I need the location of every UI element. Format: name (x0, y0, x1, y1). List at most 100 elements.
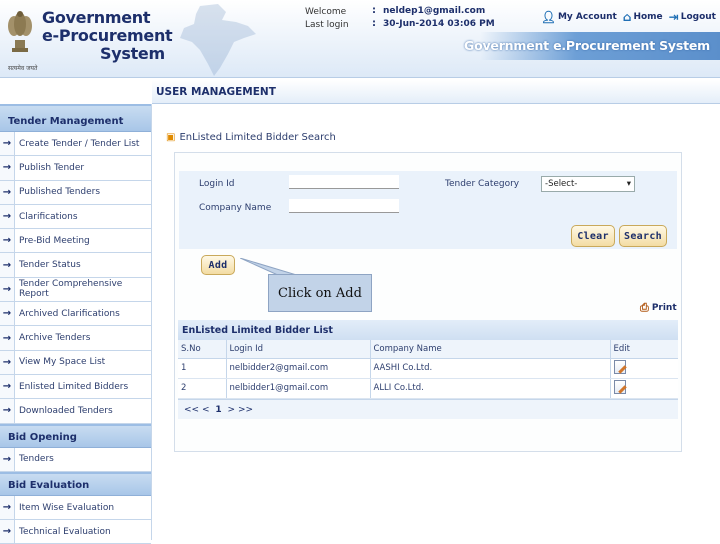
section-title: USER MANAGEMENT (156, 86, 276, 98)
row-company-name: AASHI Co.Ltd. (370, 358, 611, 379)
sidebar-item-label: Archived Clarifications (14, 302, 151, 326)
sidebar-item-item-wise-evaluation[interactable]: → Item Wise Evaluation (0, 495, 151, 521)
sidebar-item-label: View My Space List (14, 350, 151, 374)
print-link[interactable]: ⎙ Print (640, 301, 677, 315)
sidebar-group-tender-management[interactable]: Tender Management (0, 104, 151, 132)
folder-icon: ▣ (166, 132, 176, 143)
arrow-right-icon: → (2, 259, 12, 271)
bidder-table: S.No Login Id Company Name Edit 1 nelbid… (178, 340, 678, 399)
sidebar-item-label: Tender Comprehensive Report (14, 277, 151, 302)
sidebar-item-label: Tender Status (14, 253, 151, 277)
sidebar-item-clarifications[interactable]: → Clarifications (0, 204, 151, 230)
arrow-right-icon: → (2, 356, 12, 368)
welcome-colon: : (372, 5, 376, 16)
sidebar-item-label: Publish Tender (14, 156, 151, 180)
sidebar-group-bid-evaluation[interactable]: Bid Evaluation (0, 471, 151, 496)
sidebar-item-tender-status[interactable]: → Tender Status (0, 253, 151, 278)
arrow-right-icon: → (2, 502, 12, 513)
print-label: Print (651, 303, 677, 313)
add-button[interactable]: Add (201, 255, 235, 275)
first-page-link[interactable]: << (184, 405, 199, 415)
callout-tooltip: Click on Add (268, 274, 372, 312)
sidebar-group-bid-opening[interactable]: Bid Opening (0, 423, 151, 448)
sidebar-item-publish-tender[interactable]: → Publish Tender (0, 156, 151, 181)
arrow-right-icon: → (2, 186, 12, 198)
my-account-label: My Account (557, 12, 617, 22)
sidebar-item-enlisted-limited-bidders[interactable]: → Enlisted Limited Bidders (0, 374, 151, 400)
column-header-login-id: Login Id (226, 340, 371, 359)
sidebar-item-archived-clarifications[interactable]: → Archived Clarifications (0, 302, 151, 327)
national-emblem-icon (8, 11, 32, 52)
home-link[interactable]: ⌂ Home (623, 10, 663, 24)
bidder-list: EnListed Limited Bidder List S.No Login … (178, 320, 678, 420)
arrow-right-icon: → (2, 162, 12, 174)
sidebar-item-label: Clarifications (14, 204, 151, 229)
arrow-right-icon: → (2, 453, 12, 465)
sidebar-item-label: Published Tenders (14, 180, 151, 204)
column-header-edit: Edit (610, 340, 678, 359)
home-label: Home (633, 12, 663, 22)
edit-icon[interactable] (613, 359, 626, 374)
table-header-row: S.No Login Id Company Name Edit (178, 340, 678, 359)
top-links: 👤︎ My Account ⌂ Home ⇥ Logout (541, 10, 716, 24)
row-company-name: ALLI Co.Ltd. (370, 378, 611, 399)
emblem-caption: सत्यमेव जयते (8, 65, 38, 72)
last-login-value: 30-Jun-2014 03:06 PM (383, 19, 495, 29)
login-id-input[interactable] (289, 175, 399, 189)
search-button[interactable]: Search (619, 225, 667, 247)
arrow-right-icon: → (2, 138, 12, 150)
tender-category-select[interactable]: -Select- ▾ (541, 176, 635, 192)
company-name-input[interactable] (289, 199, 399, 213)
logo-text-line-3: System (100, 44, 165, 63)
last-login-colon: : (372, 18, 376, 29)
dropdown-arrow-icon: ▾ (626, 179, 631, 189)
last-page-link[interactable]: >> (238, 405, 253, 415)
sidebar-item-label: Downloaded Tenders (14, 399, 151, 423)
current-page[interactable]: 1 (215, 405, 221, 415)
arrow-right-icon: → (2, 235, 12, 247)
table-row: 1 nelbidder2@gmail.com AASHI Co.Ltd. (178, 358, 678, 379)
row-login-id: nelbidder1@gmail.com (226, 378, 371, 399)
india-map-icon (180, 4, 256, 76)
my-account-link[interactable]: 👤︎ My Account (541, 10, 617, 24)
logout-label: Logout (680, 12, 716, 22)
page-header: सत्यमेव जयते Government e-Procurement Sy… (0, 0, 720, 78)
arrow-right-icon: → (2, 211, 12, 223)
sidebar-item-tender-comprehensive-report[interactable]: → Tender Comprehensive Report (0, 277, 151, 303)
row-sno: 2 (178, 378, 227, 399)
clear-button[interactable]: Clear (571, 225, 615, 247)
pagination: << < 1 > >> (178, 398, 678, 419)
edit-icon[interactable] (613, 379, 626, 394)
sidebar-item-label: Item Wise Evaluation (14, 495, 151, 520)
company-name-label: Company Name (199, 203, 272, 213)
row-edit-cell (610, 378, 678, 399)
sidebar-item-downloaded-tenders[interactable]: → Downloaded Tenders (0, 399, 151, 424)
logo-text-line-2: e-Procurement (42, 26, 173, 45)
sidebar-item-published-tenders[interactable]: → Published Tenders (0, 180, 151, 205)
column-header-sno: S.No (178, 340, 227, 359)
arrow-right-icon: → (2, 308, 12, 320)
logout-link[interactable]: ⇥ Logout (669, 10, 716, 24)
sidebar: Tender Management → Create Tender / Tende… (0, 104, 152, 544)
row-edit-cell (610, 358, 678, 379)
arrow-right-icon: → (2, 405, 12, 417)
sidebar-item-label: Enlisted Limited Bidders (14, 374, 151, 399)
next-page-link[interactable]: > (228, 405, 236, 415)
prev-page-link[interactable]: < (202, 405, 210, 415)
list-title: EnListed Limited Bidder List (178, 320, 678, 340)
sidebar-item-technical-evaluation[interactable]: → Technical Evaluation (0, 520, 151, 544)
sidebar-item-create-tender[interactable]: → Create Tender / Tender List (0, 132, 151, 157)
user-icon: 👤︎ (540, 10, 556, 24)
sidebar-item-tenders[interactable]: → Tenders (0, 447, 151, 472)
row-login-id: nelbidder2@gmail.com (226, 358, 371, 379)
welcome-label: Welcome (305, 7, 347, 17)
sidebar-item-view-my-space-list[interactable]: → View My Space List (0, 350, 151, 375)
sidebar-item-archive-tenders[interactable]: → Archive Tenders (0, 326, 151, 351)
arrow-right-icon: → (2, 526, 12, 538)
sidebar-item-pre-bid-meeting[interactable]: → Pre-Bid Meeting (0, 229, 151, 254)
welcome-email: neldep1@gmail.com (383, 6, 486, 16)
breadcrumb: ▣ EnListed Limited Bidder Search (166, 132, 336, 143)
arrow-right-icon: → (2, 283, 12, 295)
arrow-right-icon: → (2, 381, 12, 393)
column-header-company-name: Company Name (370, 340, 611, 359)
